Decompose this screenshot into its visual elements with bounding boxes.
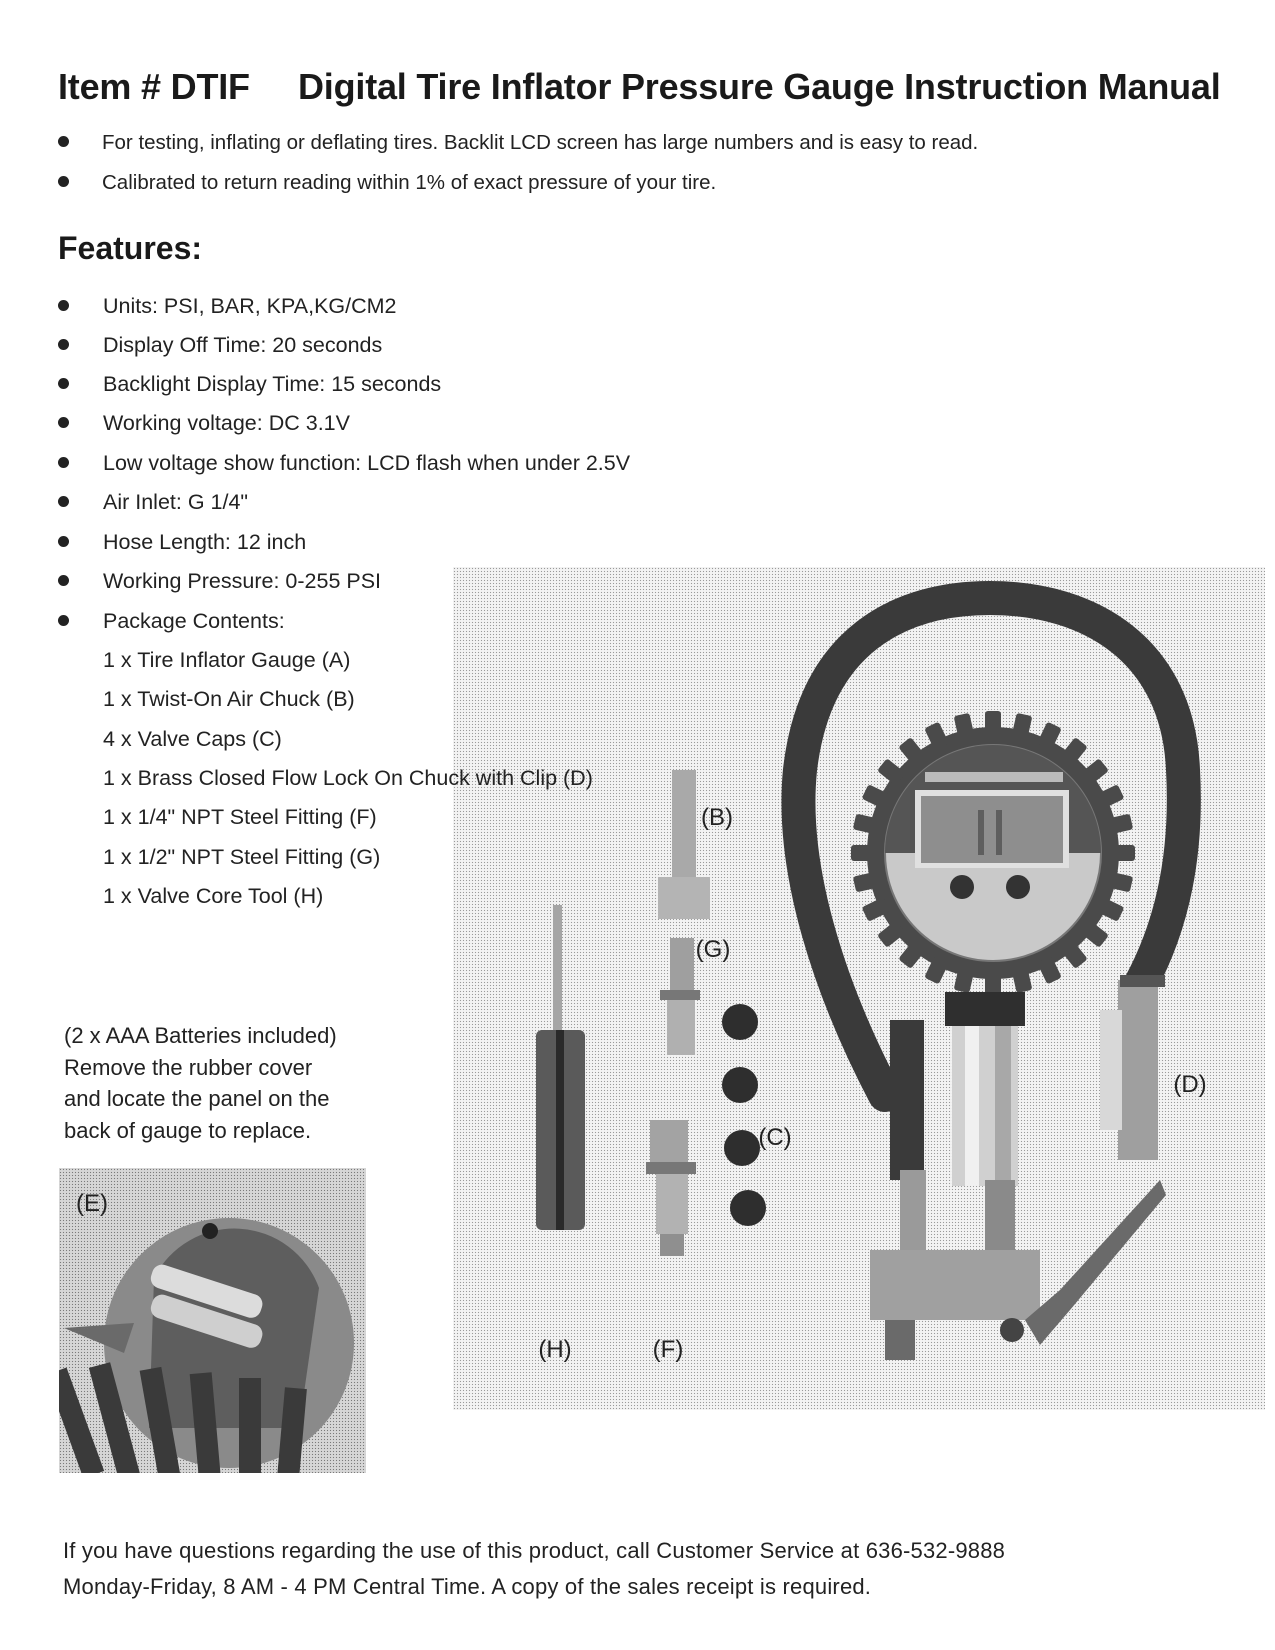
bullet-icon — [58, 416, 69, 428]
fitting-g — [670, 938, 694, 993]
feature-item: Working voltage: DC 3.1V — [58, 411, 350, 436]
label-e: (E) — [76, 1190, 108, 1217]
lcd-screen — [921, 796, 1063, 863]
bullet-icon — [58, 377, 69, 389]
customer-service-hours: Monday-Friday, 8 AM - 4 PM Central Time.… — [63, 1574, 872, 1599]
feature-item: Working Pressure: 0-255 PSI — [58, 569, 381, 594]
twist-on-chuck — [672, 770, 696, 880]
feature-item: Air Inlet: G 1/4" — [58, 490, 248, 515]
feature-item: Display Off Time: 20 seconds — [58, 333, 382, 358]
trigger-lever — [1025, 1180, 1166, 1345]
package-item: 4 x Valve Caps (C) — [103, 727, 282, 751]
feature-item: Backlight Display Time: 15 seconds — [58, 372, 441, 397]
bullet-icon — [58, 299, 69, 311]
feature-text: Backlight Display Time: 15 seconds — [103, 372, 442, 396]
battery-note-line: Remove the rubber cover — [64, 1054, 313, 1080]
package-item: 1 x 1/2" NPT Steel Fitting (G) — [103, 845, 381, 869]
label-b: (B) — [701, 804, 733, 831]
feature-text: Low voltage show function: LCD flash whe… — [103, 451, 631, 475]
battery-note-line: (2 x AAA Batteries included) — [64, 1023, 337, 1048]
gauge-button — [950, 875, 974, 899]
feature-text: Working Pressure: 0-255 PSI — [103, 569, 382, 593]
lcd-digit — [978, 810, 984, 855]
feature-text: Units: PSI, BAR, KPA,KG/CM2 — [103, 294, 397, 318]
package-item: 1 x Twist-On Air Chuck (B) — [103, 687, 355, 711]
feature-text: Air Inlet: G 1/4" — [103, 490, 249, 514]
bullet-icon — [58, 535, 69, 547]
lever-pivot — [1000, 1318, 1024, 1342]
gauge-button — [1006, 875, 1030, 899]
fitting-f — [650, 1120, 688, 1165]
gauge-tooth — [985, 711, 1001, 735]
package-item: 1 x Brass Closed Flow Lock On Chuck with… — [103, 766, 593, 790]
lock-on-chuck — [1118, 980, 1158, 1160]
package-item: 1 x 1/4" NPT Steel Fitting (F) — [103, 805, 377, 829]
bullet-icon — [58, 495, 69, 507]
battery-note-line: and locate the panel on the — [64, 1086, 330, 1111]
bullet-icon — [58, 614, 69, 626]
feature-item: Package Contents: — [58, 609, 285, 634]
label-c: (C) — [758, 1124, 792, 1151]
label-h: (H) — [538, 1336, 572, 1363]
lcd-digit — [996, 810, 1002, 855]
label-d: (D) — [1173, 1071, 1207, 1098]
customer-service-note: If you have questions regarding the use … — [63, 1538, 1006, 1563]
valve-cap — [722, 1067, 758, 1103]
package-item: 1 x Valve Core Tool (H) — [103, 884, 324, 908]
valve-cap — [724, 1130, 760, 1166]
label-g: (G) — [695, 936, 731, 963]
battery-note-line: back of gauge to replace. — [64, 1117, 312, 1143]
feature-text: Hose Length: 12 inch — [103, 530, 307, 554]
label-f: (F) — [652, 1336, 684, 1363]
bullet-icon — [58, 574, 69, 586]
package-item: 1 x Tire Inflator Gauge (A) — [103, 648, 351, 672]
bullet-icon — [58, 338, 69, 350]
bullet-icon — [58, 456, 69, 468]
gauge-tooth — [985, 971, 1001, 995]
battery-note: (2 x AAA Batteries included) Remove the … — [64, 1020, 404, 1146]
battery-compartment-photo: (E) — [59, 1168, 366, 1473]
valve-cap — [730, 1190, 766, 1226]
gauge-tooth — [851, 845, 875, 861]
feature-item: Low voltage show function: LCD flash whe… — [58, 451, 630, 476]
valve-core-tool-shaft — [553, 905, 562, 1030]
feature-text: Package Contents: — [103, 609, 285, 633]
feature-text: Working voltage: DC 3.1V — [103, 411, 350, 435]
gauge-collar — [945, 992, 1025, 1026]
valve-cap — [722, 1004, 758, 1040]
feature-item: Hose Length: 12 inch — [58, 530, 306, 555]
gauge-tooth — [1111, 845, 1135, 861]
feature-text: Display Off Time: 20 seconds — [103, 333, 383, 357]
hose-lower — [890, 1020, 924, 1180]
gauge-label-strip — [925, 772, 1063, 782]
feature-item: Units: PSI, BAR, KPA,KG/CM2 — [58, 294, 397, 319]
valve-block — [870, 1250, 1040, 1320]
